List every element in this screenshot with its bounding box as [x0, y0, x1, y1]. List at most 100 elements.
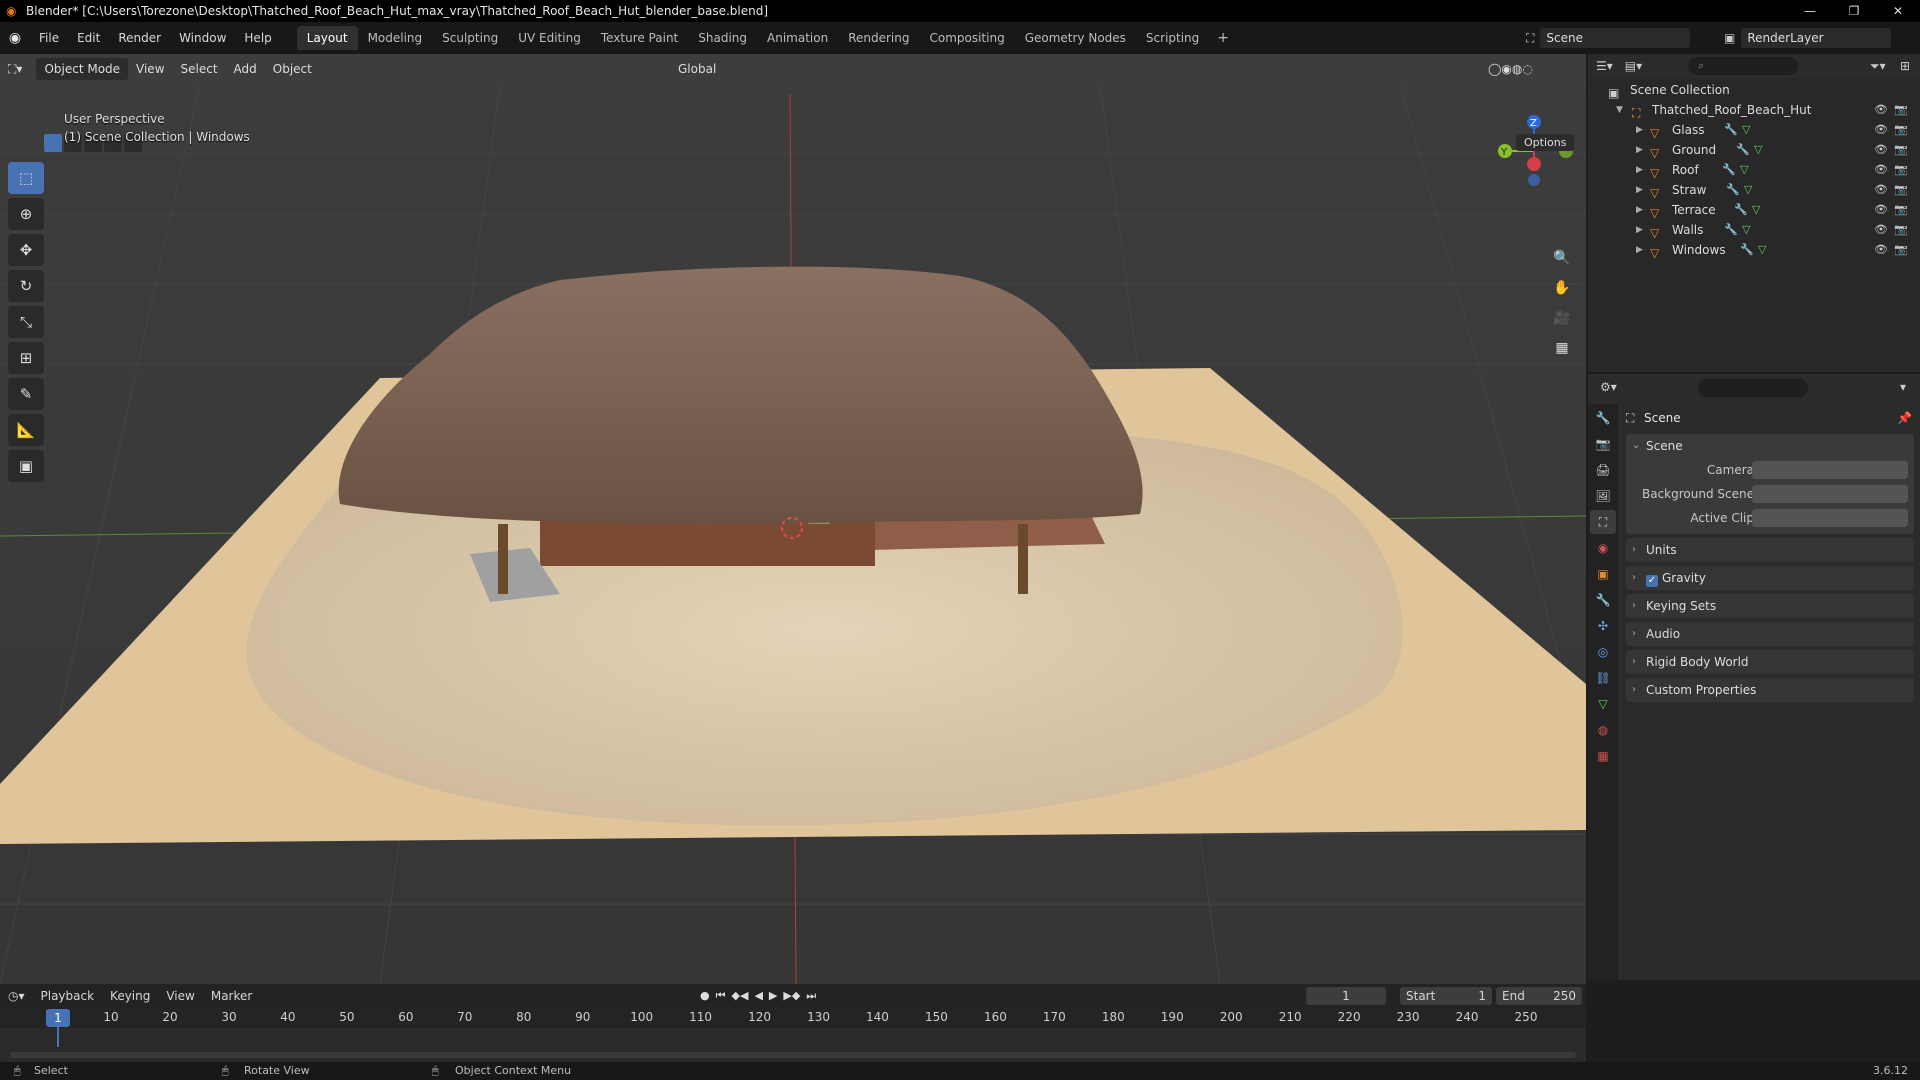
display-mode-icon[interactable]: ▤▾: [1625, 59, 1642, 73]
timeline-scrollbar[interactable]: [10, 1052, 1576, 1058]
render-camera-icon[interactable]: 📷: [1894, 200, 1908, 220]
jump-start-icon[interactable]: ⏮: [716, 987, 726, 1005]
tab-constraints-icon[interactable]: ⛓: [1590, 666, 1616, 690]
panel-header[interactable]: › Rigid Body World: [1626, 650, 1914, 674]
tab-layout[interactable]: Layout: [296, 26, 358, 50]
menu-timeline-view[interactable]: View: [158, 989, 202, 1003]
tab-particles-icon[interactable]: ✣: [1590, 614, 1616, 638]
expand-arrow-icon[interactable]: ▼: [1616, 100, 1623, 120]
active-clip-field[interactable]: [1752, 509, 1908, 527]
outliner-scene-collection[interactable]: ▣ Scene Collection: [1588, 80, 1920, 100]
outliner-editor-icon[interactable]: ☰▾: [1596, 59, 1613, 73]
tab-compositing[interactable]: Compositing: [919, 26, 1014, 50]
menu-render[interactable]: Render: [109, 22, 170, 54]
camera-field[interactable]: [1752, 461, 1908, 479]
expand-arrow-icon[interactable]: ▶: [1636, 220, 1643, 240]
menu-marker[interactable]: Marker: [203, 989, 260, 1003]
camera-view-icon[interactable]: 🎥: [1548, 304, 1576, 332]
tab-render-icon[interactable]: 📷: [1590, 432, 1616, 456]
timeline-editor-icon[interactable]: ◷▾: [0, 989, 33, 1003]
start-frame-field[interactable]: Start 1: [1400, 987, 1492, 1005]
editor-type-icon[interactable]: ⛶▾: [0, 58, 30, 80]
tab-uv-editing[interactable]: UV Editing: [508, 26, 591, 50]
expand-arrow-icon[interactable]: ▶: [1636, 240, 1643, 260]
render-layer-selector[interactable]: ▣ RenderLayer: [1724, 27, 1920, 49]
playhead-frame-indicator[interactable]: 1: [46, 1009, 70, 1027]
tab-modeling[interactable]: Modeling: [358, 26, 433, 50]
properties-search-input[interactable]: [1698, 379, 1808, 397]
render-camera-icon[interactable]: 📷: [1894, 240, 1908, 260]
tab-world-icon[interactable]: ◉: [1590, 536, 1616, 560]
modifier-wrench-icon[interactable]: 🔧: [1734, 200, 1748, 220]
menu-help[interactable]: Help: [235, 22, 280, 54]
mesh-data-icon[interactable]: ▽: [1740, 160, 1748, 180]
visibility-eye-icon[interactable]: 👁: [1874, 200, 1888, 220]
tab-object-icon[interactable]: ▣: [1590, 562, 1616, 586]
menu-view[interactable]: View: [128, 58, 172, 80]
frame-ruler[interactable]: 1102030405060708090100110120130140150160…: [0, 1008, 1586, 1028]
outliner-object-row[interactable]: ▶ ▽ Glass 🔧 ▽ 👁 📷: [1588, 120, 1920, 140]
modifier-wrench-icon[interactable]: 🔧: [1722, 160, 1736, 180]
menu-object[interactable]: Object: [265, 58, 320, 80]
jump-end-icon[interactable]: ⏭: [806, 987, 816, 1005]
outliner-object-row[interactable]: ▶ ▽ Terrace 🔧 ▽ 👁 📷: [1588, 200, 1920, 220]
minimize-button[interactable]: —: [1788, 0, 1832, 22]
end-frame-field[interactable]: End 250: [1496, 987, 1582, 1005]
mesh-data-icon[interactable]: ▽: [1742, 120, 1750, 140]
modifier-wrench-icon[interactable]: 🔧: [1740, 240, 1754, 260]
zoom-icon[interactable]: 🔍: [1548, 244, 1576, 272]
transform-tool-icon[interactable]: ⊞: [8, 342, 44, 374]
panel-header[interactable]: › Units: [1626, 538, 1914, 562]
render-camera-icon[interactable]: 📷: [1894, 140, 1908, 160]
rotate-tool-icon[interactable]: ↻: [8, 270, 44, 302]
modifier-wrench-icon[interactable]: 🔧: [1726, 180, 1740, 200]
thatched-roof[interactable]: [338, 266, 1143, 524]
play-icon[interactable]: ▶: [769, 987, 777, 1005]
shading-buttons-icon[interactable]: ◯◉◍◌: [1480, 58, 1541, 80]
tab-animation[interactable]: Animation: [757, 26, 838, 50]
scene-panel-header[interactable]: ⌄ Scene: [1626, 434, 1914, 458]
menu-add[interactable]: Add: [226, 58, 265, 80]
outliner-object-row[interactable]: ▶ ▽ Walls 🔧 ▽ 👁 📷: [1588, 220, 1920, 240]
pan-hand-icon[interactable]: ✋: [1548, 274, 1576, 302]
properties-options-icon[interactable]: ▾: [1900, 380, 1906, 394]
outliner-object-row[interactable]: ▶ ▽ Windows 🔧 ▽ 👁 📷: [1588, 240, 1920, 260]
tab-output-icon[interactable]: 🖨: [1590, 458, 1616, 482]
prev-keyframe-icon[interactable]: ◆◀: [732, 987, 749, 1005]
expand-arrow-icon[interactable]: ▶: [1636, 180, 1643, 200]
annotate-tool-icon[interactable]: ✎: [8, 378, 44, 410]
render-camera-icon[interactable]: 📷: [1894, 180, 1908, 200]
menu-select[interactable]: Select: [173, 58, 226, 80]
menu-keying[interactable]: Keying: [102, 989, 158, 1003]
close-button[interactable]: ✕: [1876, 0, 1920, 22]
cursor-tool-icon[interactable]: ⊕: [8, 198, 44, 230]
expand-arrow-icon[interactable]: ▶: [1636, 140, 1643, 160]
tab-data-icon[interactable]: ▽: [1590, 692, 1616, 716]
expand-arrow-icon[interactable]: ▶: [1636, 200, 1643, 220]
visibility-eye-icon[interactable]: 👁: [1874, 100, 1888, 120]
ortho-grid-icon[interactable]: ▦: [1548, 334, 1576, 362]
mesh-data-icon[interactable]: ▽: [1758, 240, 1766, 260]
mesh-data-icon[interactable]: ▽: [1744, 180, 1752, 200]
outliner-object-row[interactable]: ▶ ▽ Ground 🔧 ▽ 👁 📷: [1588, 140, 1920, 160]
filter-icon[interactable]: ⏷▾: [1870, 59, 1886, 74]
menu-file[interactable]: File: [30, 22, 68, 54]
outliner-collection-row[interactable]: ▼ ⛶ Thatched_Roof_Beach_Hut 👁 📷: [1588, 100, 1920, 120]
play-reverse-icon[interactable]: ◀: [754, 987, 762, 1005]
tab-sculpting[interactable]: Sculpting: [432, 26, 508, 50]
render-camera-icon[interactable]: 📷: [1894, 160, 1908, 180]
mesh-data-icon[interactable]: ▽: [1754, 140, 1762, 160]
menu-playback[interactable]: Playback: [33, 989, 103, 1003]
expand-arrow-icon[interactable]: ▶: [1636, 160, 1643, 180]
modifier-wrench-icon[interactable]: 🔧: [1724, 220, 1738, 240]
mesh-data-icon[interactable]: ▽: [1742, 220, 1750, 240]
render-camera-icon[interactable]: 📷: [1894, 220, 1908, 240]
select-new-icon[interactable]: [44, 134, 62, 152]
menu-edit[interactable]: Edit: [68, 22, 109, 54]
render-camera-icon[interactable]: 📷: [1894, 120, 1908, 140]
visibility-eye-icon[interactable]: 👁: [1874, 160, 1888, 180]
tab-texture-paint[interactable]: Texture Paint: [591, 26, 688, 50]
modifier-wrench-icon[interactable]: 🔧: [1736, 140, 1750, 160]
transform-orientation-dropdown[interactable]: Global: [670, 58, 724, 80]
outliner-search-input[interactable]: ⌕: [1688, 57, 1798, 75]
